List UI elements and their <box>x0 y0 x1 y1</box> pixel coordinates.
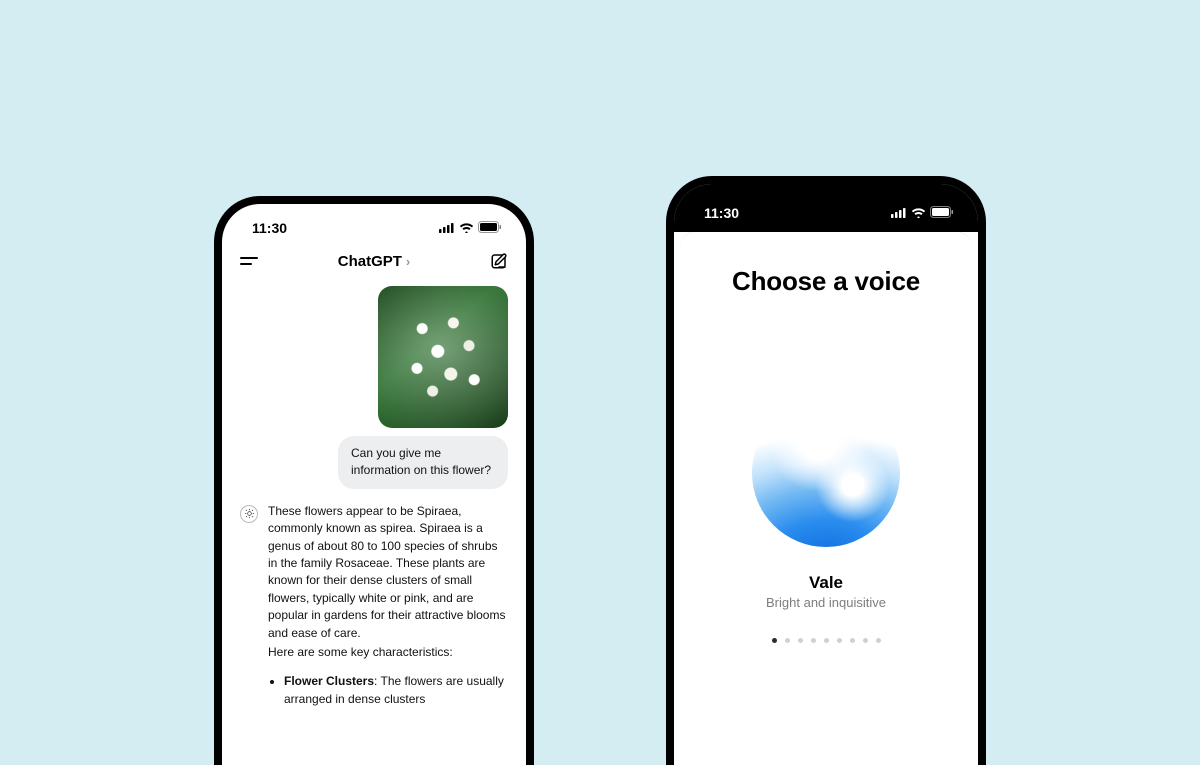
assistant-paragraph: These flowers appear to be Spiraea, comm… <box>268 504 505 640</box>
battery-icon <box>478 220 502 236</box>
user-message-text: Can you give me information on this flow… <box>351 446 491 477</box>
sheet-title: Choose a voice <box>680 266 972 297</box>
page-dot[interactable] <box>837 638 842 643</box>
page-dot[interactable] <box>811 638 816 643</box>
bullet-item: Flower Clusters: The flowers are usually… <box>284 673 508 708</box>
assistant-text: These flowers appear to be Spiraea, comm… <box>268 503 508 718</box>
header-title[interactable]: ChatGPT › <box>338 253 411 270</box>
voice-sheet: Choose a voice Vale Bright and inquisiti… <box>680 232 972 765</box>
status-bar: 11:30 <box>674 184 978 232</box>
user-message-bubble: Can you give me information on this flow… <box>338 436 508 489</box>
status-time: 11:30 <box>252 220 287 236</box>
voice-name: Vale <box>680 573 972 593</box>
page-dot[interactable] <box>772 638 777 643</box>
chat-body: Can you give me information on this flow… <box>222 286 526 718</box>
assistant-avatar-icon <box>240 505 258 523</box>
voice-description: Bright and inquisitive <box>680 595 972 610</box>
menu-icon[interactable] <box>240 257 258 265</box>
page-dot[interactable] <box>876 638 881 643</box>
bullet-title: Flower Clusters <box>284 674 374 688</box>
page-dot[interactable] <box>850 638 855 643</box>
page-dot[interactable] <box>824 638 829 643</box>
header-title-text: ChatGPT <box>338 253 402 270</box>
user-uploaded-image[interactable] <box>378 286 508 428</box>
status-icons <box>439 220 502 236</box>
assistant-lead: Here are some key characteristics: <box>268 644 508 661</box>
compose-icon[interactable] <box>490 252 508 270</box>
wifi-icon <box>459 220 474 236</box>
assistant-bullets: Flower Clusters: The flowers are usually… <box>268 673 508 708</box>
phone-chat: 11:30 ChatGPT › Can you give me informat… <box>214 196 534 765</box>
page-dot[interactable] <box>785 638 790 643</box>
app-header: ChatGPT › <box>222 244 526 280</box>
phone-voice: 11:30 Choose a voice Vale Bright and inq… <box>666 176 986 765</box>
page-dot[interactable] <box>863 638 868 643</box>
cellular-icon <box>891 205 907 221</box>
voice-orb[interactable] <box>752 399 900 547</box>
status-time: 11:30 <box>704 205 739 221</box>
status-icons <box>891 205 954 221</box>
assistant-message: These flowers appear to be Spiraea, comm… <box>240 503 508 718</box>
wifi-icon <box>911 205 926 221</box>
cellular-icon <box>439 220 455 236</box>
status-bar: 11:30 <box>222 204 526 244</box>
page-indicator[interactable] <box>680 638 972 643</box>
user-message-group: Can you give me information on this flow… <box>240 286 508 489</box>
battery-icon <box>930 205 954 221</box>
chevron-right-icon: › <box>406 254 410 269</box>
page-dot[interactable] <box>798 638 803 643</box>
